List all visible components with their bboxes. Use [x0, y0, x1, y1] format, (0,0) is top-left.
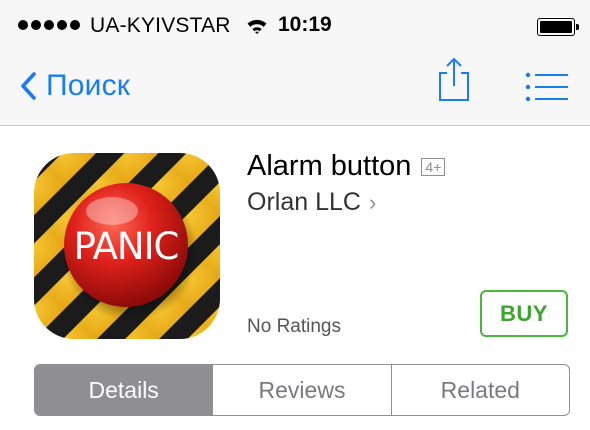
status-bar: UA-KYIVSTAR 10:19	[0, 0, 590, 48]
app-title: Alarm button	[247, 150, 412, 182]
header: UA-KYIVSTAR 10:19 Поиск	[0, 0, 590, 126]
back-button-label: Поиск	[46, 69, 131, 102]
carrier-name: UA-KYIVSTAR	[90, 14, 231, 37]
signal-dot	[70, 20, 80, 30]
chevron-right-icon: ›	[368, 189, 377, 215]
developer-name: Orlan LLC	[247, 188, 361, 216]
buy-button[interactable]: BUY	[480, 290, 568, 337]
signal-strength-icon	[18, 20, 80, 30]
signal-dot	[31, 20, 41, 30]
segmented-control: Details Reviews Related	[34, 364, 570, 416]
clock: 10:19	[278, 13, 332, 36]
app-icon: PANIC	[34, 153, 220, 339]
signal-dot	[18, 20, 28, 30]
tab-reviews[interactable]: Reviews	[212, 365, 390, 415]
developer-link[interactable]: Orlan LLC ›	[247, 188, 376, 217]
tab-related[interactable]: Related	[390, 365, 569, 415]
ratings-text: No Ratings	[247, 316, 341, 337]
signal-dot	[44, 20, 54, 30]
age-rating-badge: 4+	[421, 157, 446, 176]
tab-details[interactable]: Details	[35, 365, 213, 415]
list-icon[interactable]	[525, 72, 569, 102]
signal-dot	[57, 20, 67, 30]
share-icon[interactable]	[436, 56, 472, 102]
app-icon-text: PANIC	[74, 225, 179, 268]
wifi-icon	[247, 19, 267, 34]
back-button[interactable]: Поиск	[20, 66, 130, 106]
navigation-bar: Поиск	[0, 48, 590, 126]
battery-icon	[537, 18, 580, 36]
app-title-row: Alarm button 4+	[247, 150, 446, 183]
chevron-left-icon	[21, 72, 36, 100]
